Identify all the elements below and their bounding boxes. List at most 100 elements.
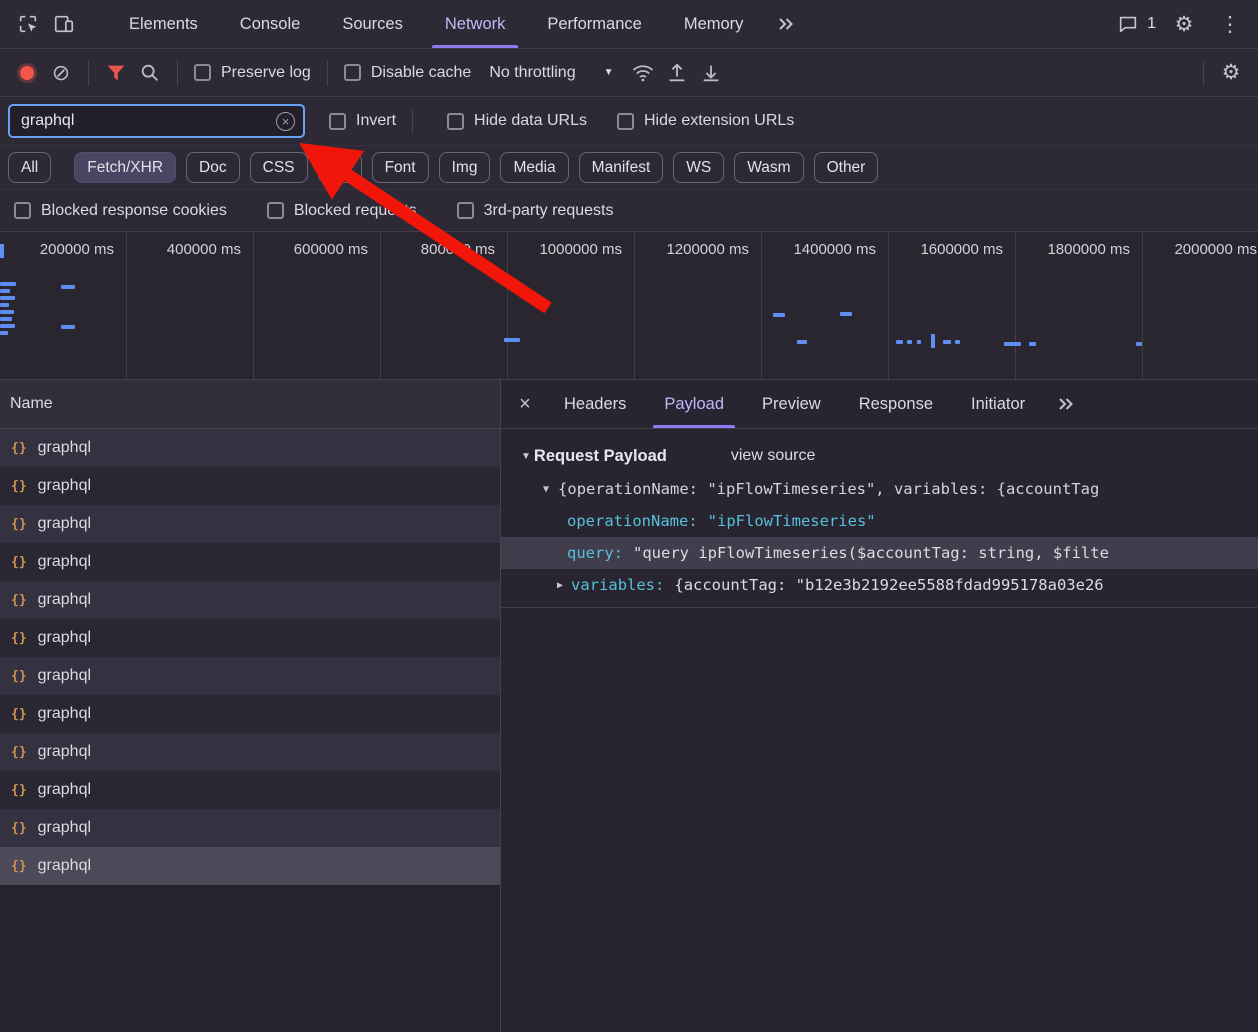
chip-ws[interactable]: WS — [673, 152, 725, 183]
toolbar-separator — [412, 108, 414, 134]
timeline-activity-bar — [0, 303, 9, 307]
hide-extension-urls-checkbox[interactable] — [616, 112, 634, 130]
invert-filter-toggle[interactable]: Invert — [323, 112, 402, 130]
chip-wasm[interactable]: Wasm — [734, 152, 804, 183]
json-key: query: — [567, 544, 623, 562]
request-row[interactable]: {} graphql — [0, 733, 500, 771]
network-filter-input[interactable] — [14, 112, 276, 130]
tab-network[interactable]: Network — [424, 0, 527, 48]
more-detail-tabs-button[interactable] — [1056, 394, 1076, 414]
payload-query-row-selected[interactable]: query: "query ipFlowTimeseries($accountT… — [501, 537, 1258, 569]
customize-devtools-button[interactable]: ⋮ — [1212, 6, 1248, 42]
third-party-requests-checkbox[interactable] — [456, 202, 474, 219]
tab-payload[interactable]: Payload — [645, 380, 743, 428]
payload-root-preview: {operationName: "ipFlowTimeseries", vari… — [558, 480, 1100, 498]
chip-manifest[interactable]: Manifest — [578, 152, 664, 183]
request-name: graphql — [37, 629, 92, 646]
console-messages-button[interactable]: 1 — [1117, 13, 1156, 35]
hide-data-urls-checkbox[interactable] — [447, 112, 465, 130]
tab-preview[interactable]: Preview — [743, 380, 840, 428]
hide-extension-urls-toggle[interactable]: Hide extension URLs — [611, 112, 800, 130]
record-network-log-button[interactable] — [10, 56, 44, 90]
timeline-activity-bar — [61, 285, 75, 289]
chip-css[interactable]: CSS — [249, 152, 308, 183]
chip-fetch-xhr[interactable]: Fetch/XHR — [74, 152, 177, 183]
timeline-tick: 1400000 ms — [762, 232, 889, 379]
chip-all[interactable]: All — [8, 152, 52, 183]
blocked-requests-checkbox[interactable] — [266, 202, 284, 219]
blocked-response-cookies-toggle[interactable]: Blocked response cookies — [8, 202, 233, 220]
timeline-selection-handle[interactable] — [931, 334, 935, 348]
timeline-activity-bar — [840, 312, 852, 316]
request-row[interactable]: {} graphql — [0, 429, 500, 467]
view-source-link[interactable]: view source — [731, 447, 815, 465]
filter-toggle-button[interactable] — [99, 56, 133, 90]
export-har-button[interactable] — [694, 56, 728, 90]
search-button[interactable] — [133, 56, 167, 90]
disable-cache-checkbox[interactable] — [343, 64, 361, 81]
timeline-activity-bar — [1029, 342, 1036, 346]
settings-button[interactable]: ⚙ — [1166, 6, 1202, 42]
request-name: graphql — [37, 743, 92, 760]
blocked-requests-toggle[interactable]: Blocked requests — [261, 202, 423, 220]
network-settings-button[interactable]: ⚙ — [1214, 56, 1248, 90]
chip-doc[interactable]: Doc — [186, 152, 240, 183]
chip-other[interactable]: Other — [813, 152, 879, 183]
chip-font[interactable]: Font — [371, 152, 429, 183]
request-payload-section-header[interactable]: ▼ Request Payload view source — [501, 439, 1258, 473]
tab-memory[interactable]: Memory — [663, 0, 765, 48]
hide-data-urls-toggle[interactable]: Hide data URLs — [441, 112, 593, 130]
tab-performance[interactable]: Performance — [526, 0, 662, 48]
toolbar-separator — [88, 59, 89, 86]
device-toolbar-button[interactable] — [46, 6, 82, 42]
preserve-log-checkbox[interactable] — [194, 64, 211, 81]
more-panels-button[interactable] — [764, 0, 808, 48]
record-icon — [20, 65, 34, 80]
disable-cache-toggle[interactable]: Disable cache — [338, 64, 478, 82]
request-row[interactable]: {} graphql — [0, 581, 500, 619]
payload-variables-row[interactable]: ▶ variables: {accountTag: "b12e3b2192ee5… — [501, 569, 1258, 601]
request-row[interactable]: {} graphql — [0, 505, 500, 543]
network-main-area: Name {} graphql {} graphql {} graphql {} gra… — [0, 380, 1258, 1032]
tab-headers[interactable]: Headers — [545, 380, 645, 428]
network-filter-field[interactable]: × — [8, 104, 305, 138]
request-row[interactable]: {} graphql — [0, 657, 500, 695]
fetch-braces-icon: {} — [11, 744, 27, 760]
throttling-select[interactable]: No throttling ▼ — [477, 64, 625, 82]
third-party-requests-label: 3rd-party requests — [483, 201, 614, 219]
chip-js[interactable]: JS — [317, 152, 362, 183]
request-name: graphql — [37, 591, 92, 608]
tab-sources[interactable]: Sources — [321, 0, 424, 48]
chip-img[interactable]: Img — [438, 152, 491, 183]
clear-network-log-button[interactable]: ⊘ — [44, 56, 78, 90]
download-arrow-icon — [703, 65, 718, 81]
inspect-element-button[interactable] — [10, 6, 46, 42]
preserve-log-toggle[interactable]: Preserve log — [188, 64, 317, 82]
request-row[interactable]: {} graphql — [0, 619, 500, 657]
chip-media[interactable]: Media — [500, 152, 569, 183]
search-icon — [141, 64, 158, 81]
import-har-button[interactable] — [660, 56, 694, 90]
name-column-header[interactable]: Name — [0, 380, 500, 429]
request-row[interactable]: {} graphql — [0, 695, 500, 733]
tab-console[interactable]: Console — [219, 0, 322, 48]
blocked-response-cookies-checkbox[interactable] — [14, 202, 31, 219]
payload-operation-row[interactable]: operationName: "ipFlowTimeseries" — [501, 505, 1258, 537]
invert-checkbox[interactable] — [329, 112, 346, 130]
request-row-selected[interactable]: {} graphql — [0, 847, 500, 885]
request-row[interactable]: {} graphql — [0, 809, 500, 847]
close-details-button[interactable]: × — [505, 384, 545, 424]
json-key: operationName: — [567, 512, 698, 530]
request-row[interactable]: {} graphql — [0, 543, 500, 581]
preserve-log-label: Preserve log — [221, 63, 311, 81]
network-conditions-button[interactable] — [626, 56, 660, 90]
payload-root-row[interactable]: ▼ {operationName: "ipFlowTimeseries", va… — [501, 473, 1258, 505]
network-overview-timeline[interactable]: 200000 ms 400000 ms 600000 ms 800000 ms … — [0, 232, 1258, 380]
tab-initiator[interactable]: Initiator — [952, 380, 1044, 428]
request-row[interactable]: {} graphql — [0, 771, 500, 809]
tab-elements[interactable]: Elements — [108, 0, 219, 48]
clear-filter-icon[interactable]: × — [276, 111, 295, 131]
request-row[interactable]: {} graphql — [0, 467, 500, 505]
third-party-requests-toggle[interactable]: 3rd-party requests — [451, 202, 620, 220]
tab-response[interactable]: Response — [840, 380, 952, 428]
